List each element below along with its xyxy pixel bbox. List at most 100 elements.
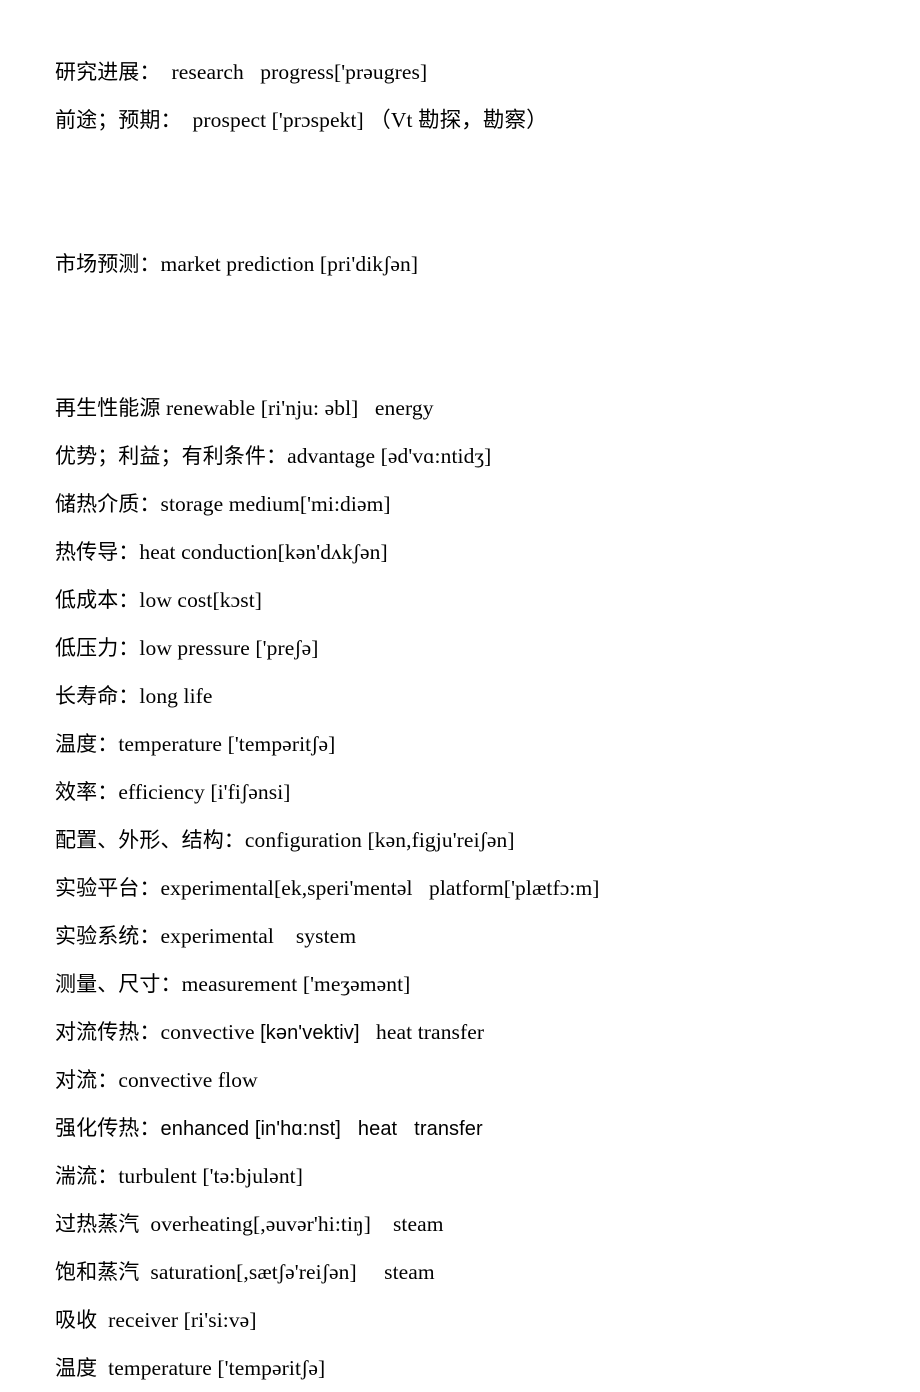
vocabulary-entry: 对流：convective flow — [55, 1056, 880, 1104]
vocabulary-entry: 前途；预期： prospect ['prɔspekt] （Vt 勘探，勘察） — [55, 96, 880, 144]
phonetic-transcription: [kən'dʌkʃən] — [277, 540, 388, 564]
chinese-term: 温度 — [55, 1356, 98, 1380]
chinese-term: 吸收 — [55, 1308, 98, 1332]
vocabulary-entry: 长寿命：long life — [55, 672, 880, 720]
chinese-term: 测量、尺寸： — [55, 972, 182, 996]
chinese-term: 市场预测： — [55, 252, 161, 276]
chinese-term: 对流： — [55, 1068, 119, 1092]
chinese-term: 优势；利益；有利条件： — [55, 444, 288, 468]
english-term: overheating — [139, 1212, 253, 1236]
chinese-term: 实验系统： — [55, 924, 161, 948]
phonetic-transcription: [pri'dikʃən] — [319, 252, 419, 276]
phonetic-transcription: [kən'vektiv] — [260, 1022, 360, 1044]
vocabulary-entry: 配置、外形、结构：configuration [kən,figju'reiʃən… — [55, 816, 880, 864]
english-term: saturation — [139, 1260, 237, 1284]
vocabulary-entry: 温度 temperature ['tempəritʃə] — [55, 1344, 880, 1392]
english-term: temperature — [118, 732, 228, 756]
chinese-term: 饱和蒸汽 — [55, 1260, 140, 1284]
chinese-term: 前途；预期： — [55, 108, 182, 132]
phonetic-transcription: [kɔst] — [212, 588, 263, 612]
phonetic-transcription: [,əuvər'hi:tiŋ] — [252, 1212, 372, 1236]
english-term: market prediction — [160, 252, 320, 276]
entry-tail-text: energy — [358, 396, 434, 420]
vocabulary-entry: 储热介质：storage medium['mi:diəm] — [55, 480, 880, 528]
english-term: renewable — [160, 396, 261, 420]
document-page: 研究进展： research progress['prəugres] 前途；预期：… — [0, 0, 920, 1380]
chinese-term: 温度： — [55, 732, 119, 756]
vocabulary-entry: 低成本：low cost[kɔst] — [55, 576, 880, 624]
chinese-term: 再生性能源 — [55, 396, 161, 420]
entry-tail-text: platform['plætfɔ:m] — [412, 876, 600, 900]
vocabulary-entry: 实验系统：experimental system — [55, 912, 880, 960]
english-term: measurement — [181, 972, 303, 996]
chinese-term: 储热介质： — [55, 492, 161, 516]
entry-tail-text: （Vt 勘探，勘察） — [363, 108, 548, 132]
phonetic-transcription: [,sætʃə'reiʃən] — [236, 1260, 357, 1284]
english-term: low pressure — [139, 636, 256, 660]
english-term: prospect — [181, 108, 272, 132]
entry-tail-text: steam — [371, 1212, 444, 1236]
chinese-term: 对流传热： — [55, 1020, 161, 1044]
chinese-term: 长寿命： — [55, 684, 140, 708]
phonetic-transcription: [ek,speri'mentəl — [273, 876, 413, 900]
phonetic-transcription: [ri'nju: əbl] — [260, 396, 359, 420]
entry-tail-text: heat transfer — [359, 1020, 485, 1044]
english-term: efficiency — [118, 780, 211, 804]
chinese-term: 强化传热： — [55, 1116, 161, 1140]
vocabulary-list: 研究进展： research progress['prəugres] 前途；预期：… — [55, 48, 880, 1392]
english-term: storage medium — [160, 492, 300, 516]
english-term: heat conduction — [139, 540, 278, 564]
vocabulary-entry: 热传导：heat conduction[kən'dʌkʃən] — [55, 528, 880, 576]
vocabulary-entry: 再生性能源 renewable [ri'nju: əbl] energy — [55, 384, 880, 432]
vocabulary-entry: 过热蒸汽 overheating[,əuvər'hi:tiŋ] steam — [55, 1200, 880, 1248]
vocabulary-entry: 效率：efficiency [i'fiʃənsi] — [55, 768, 880, 816]
vocabulary-entry: 温度：temperature ['tempəritʃə] — [55, 720, 880, 768]
chinese-term: 过热蒸汽 — [55, 1212, 140, 1236]
phonetic-transcription: [kən,figju'reiʃən] — [367, 828, 515, 852]
vocabulary-entry: 湍流：turbulent ['tə:bjulənt] — [55, 1152, 880, 1200]
entry-tail-text: heat transfer — [340, 1118, 483, 1140]
english-term: receiver — [97, 1308, 184, 1332]
chinese-term: 研究进展： — [55, 60, 161, 84]
vocabulary-entry: 市场预测：market prediction [pri'dikʃən] — [55, 240, 880, 288]
chinese-term: 效率： — [55, 780, 119, 804]
english-term: enhanced — [160, 1118, 255, 1140]
chinese-term: 湍流： — [55, 1164, 119, 1188]
vocabulary-entry: 测量、尺寸：measurement ['meʒəmənt] — [55, 960, 880, 1008]
phonetic-transcription: ['mi:diəm] — [299, 492, 391, 516]
phonetic-transcription: [in'hɑ:nst] — [254, 1118, 341, 1140]
chinese-term: 热传导： — [55, 540, 140, 564]
vocabulary-entry: 研究进展： research progress['prəugres] — [55, 48, 880, 96]
phonetic-transcription: ['meʒəmənt] — [302, 972, 411, 996]
vocabulary-entry: 强化传热：enhanced [in'hɑ:nst] heat transfer — [55, 1104, 880, 1152]
entry-tail-text: steam — [356, 1260, 435, 1284]
english-term: research progress — [160, 60, 334, 84]
vocabulary-entry: 优势；利益；有利条件：advantage [əd'vɑ:ntidʒ] — [55, 432, 880, 480]
english-term: low cost — [139, 588, 213, 612]
phonetic-transcription: [i'fiʃənsi] — [210, 780, 291, 804]
english-term: convective — [160, 1020, 261, 1044]
phonetic-transcription: ['prəugres] — [333, 60, 428, 84]
vocabulary-entry: 对流传热：convective [kən'vektiv] heat transf… — [55, 1008, 880, 1056]
english-term: experimental system — [160, 924, 357, 948]
phonetic-transcription: [ri'si:və] — [183, 1308, 257, 1332]
vocabulary-entry: 吸收 receiver [ri'si:və] — [55, 1296, 880, 1344]
vocabulary-entry: 实验平台：experimental[ek,speri'mentəl platfo… — [55, 864, 880, 912]
phonetic-transcription: ['preʃə] — [255, 636, 319, 660]
english-term: advantage — [287, 444, 381, 468]
english-term: long life — [139, 684, 213, 708]
english-term: temperature — [97, 1356, 218, 1380]
english-term: configuration — [244, 828, 368, 852]
phonetic-transcription: [əd'vɑ:ntidʒ] — [380, 444, 492, 468]
phonetic-transcription: ['tempəritʃə] — [227, 732, 336, 756]
chinese-term: 实验平台： — [55, 876, 161, 900]
vocabulary-entry: 低压力：low pressure ['preʃə] — [55, 624, 880, 672]
english-term: convective flow — [118, 1068, 258, 1092]
phonetic-transcription: ['tə:bjulənt] — [202, 1164, 304, 1188]
english-term: turbulent — [118, 1164, 203, 1188]
vocabulary-entry: 饱和蒸汽 saturation[,sætʃə'reiʃən] steam — [55, 1248, 880, 1296]
